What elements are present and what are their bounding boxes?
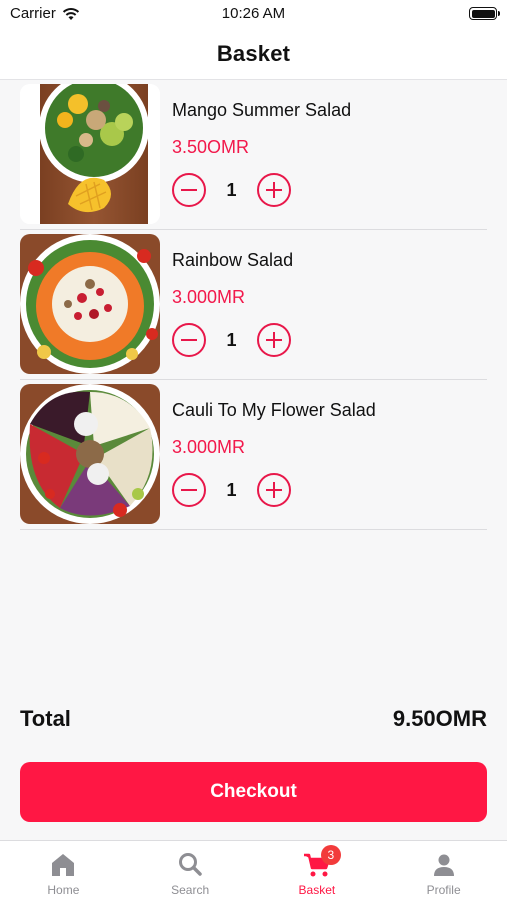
- tab-basket[interactable]: 3 Basket: [254, 841, 381, 900]
- basket-item[interactable]: Rainbow Salad 3.000MR 1: [20, 230, 487, 380]
- tab-label: Profile: [426, 883, 461, 897]
- item-name: Mango Summer Salad: [172, 100, 352, 120]
- item-price: 3.50OMR: [172, 137, 250, 157]
- increase-quantity-button[interactable]: [257, 173, 291, 207]
- tab-search[interactable]: Search: [127, 841, 254, 900]
- basket-item[interactable]: Cauli To My Flower Salad 3.000MR 1: [20, 380, 487, 530]
- tab-bar: Home Search 3 Basket Profile: [0, 840, 507, 900]
- nav-bar: Basket: [0, 28, 507, 80]
- decrease-quantity-button[interactable]: [172, 323, 206, 357]
- cauliflower-salad-photo: [20, 384, 160, 524]
- increase-quantity-button[interactable]: [257, 323, 291, 357]
- mango-salad-photo: [20, 84, 160, 224]
- rainbow-salad-photo: [20, 234, 160, 374]
- quantity-value: 1: [226, 179, 237, 200]
- item-price: 3.000MR: [172, 287, 246, 307]
- tab-profile[interactable]: Profile: [380, 841, 507, 900]
- tab-home[interactable]: Home: [0, 841, 127, 900]
- increase-quantity-button[interactable]: [257, 473, 291, 507]
- tab-label: Basket: [298, 883, 336, 897]
- total-value: 9.50OMR: [392, 706, 487, 731]
- status-bar: Carrier 10:26 AM: [0, 0, 507, 28]
- tab-label: Search: [171, 883, 210, 897]
- quantity-stepper: 1: [172, 172, 291, 208]
- battery-icon: [469, 7, 500, 20]
- quantity-value: 1: [226, 329, 237, 350]
- decrease-quantity-button[interactable]: [172, 473, 206, 507]
- basket-list: Mango Summer Salad 3.50OMR 1 Rainbow Sal…: [20, 80, 487, 530]
- quantity-stepper: 1: [172, 472, 291, 508]
- total-label: Total: [20, 706, 71, 731]
- home-icon: [48, 851, 78, 879]
- cart-count-badge: 3: [320, 845, 341, 865]
- item-price: 3.000MR: [172, 437, 246, 457]
- quantity-value: 1: [226, 479, 237, 500]
- item-name: Rainbow Salad: [172, 250, 294, 270]
- decrease-quantity-button[interactable]: [172, 173, 206, 207]
- quantity-stepper: 1: [172, 322, 291, 358]
- page-title: Basket: [216, 40, 291, 66]
- cart-icon: 3: [302, 845, 341, 879]
- basket-item[interactable]: Mango Summer Salad 3.50OMR 1: [20, 80, 487, 230]
- search-icon: [175, 851, 205, 879]
- checkout-button[interactable]: Checkout: [20, 762, 487, 822]
- status-time: 10:26 AM: [221, 5, 286, 22]
- item-name: Cauli To My Flower Salad: [172, 400, 376, 420]
- tab-label: Home: [47, 883, 80, 897]
- profile-icon: [429, 851, 459, 879]
